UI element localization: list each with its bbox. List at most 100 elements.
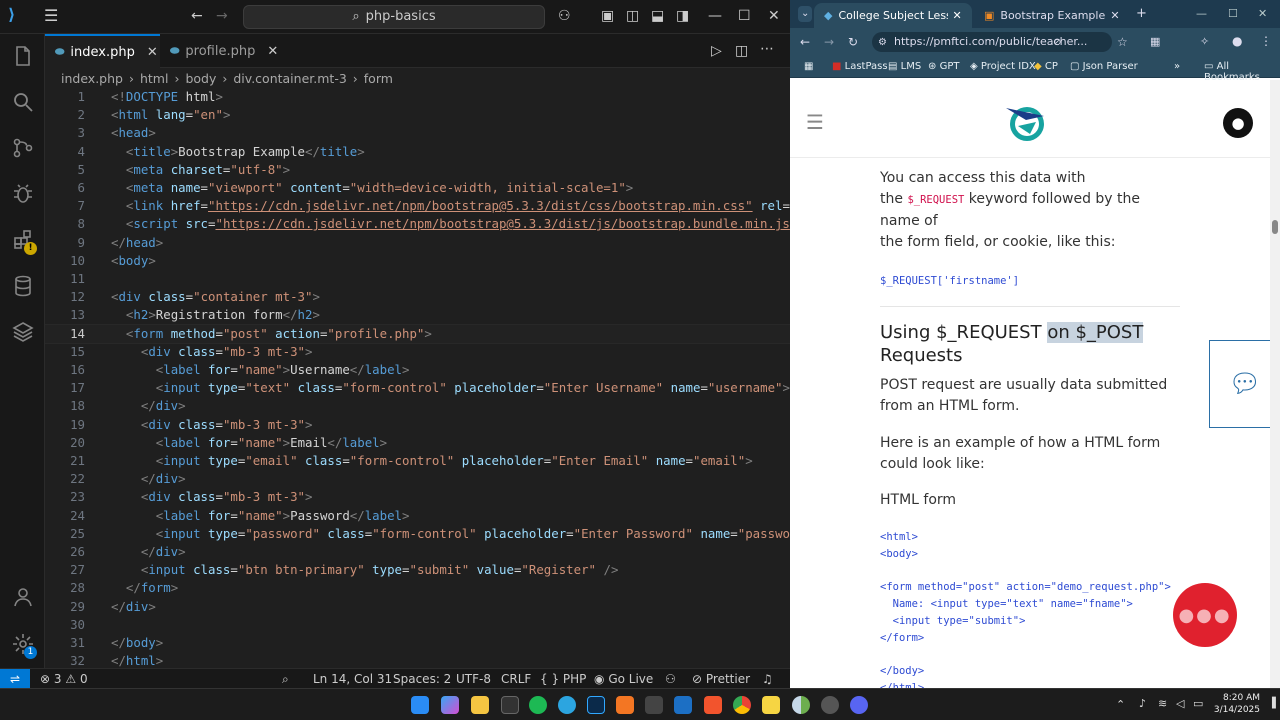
run-debug-icon[interactable] xyxy=(0,174,45,214)
bookmark-lms[interactable]: ▤ LMS xyxy=(888,61,921,72)
code-line[interactable]: 7 <link href="https://cdn.jsdelivr.net/n… xyxy=(45,197,790,215)
close-window-icon[interactable]: ✕ xyxy=(768,9,780,23)
close-window-icon[interactable]: ✕ xyxy=(1258,7,1267,21)
copilot-app-icon[interactable] xyxy=(441,696,459,714)
code-line[interactable]: 11 xyxy=(45,270,790,288)
sticky-notes-icon[interactable] xyxy=(762,696,780,714)
browser-menu-icon[interactable]: ⋮ xyxy=(1260,34,1272,48)
code-line[interactable]: 26 </div> xyxy=(45,543,790,561)
code-line[interactable]: 8 <script src="https://cdn.jsdelivr.net/… xyxy=(45,215,790,233)
code-line[interactable]: 31 </body> xyxy=(45,634,790,652)
minimize-icon[interactable]: — xyxy=(1196,7,1207,21)
chat-launcher-button[interactable]: ●●● xyxy=(1173,583,1237,647)
hamburger-menu-icon[interactable]: ☰ xyxy=(806,110,824,134)
tab-index-php[interactable]: ⬬ index.php ✕ xyxy=(45,34,160,68)
tab-search-icon[interactable]: ⌄ xyxy=(798,6,813,22)
windows-start-icon[interactable] xyxy=(411,696,429,714)
account-icon[interactable] xyxy=(0,577,45,617)
code-line[interactable]: 9 </head> xyxy=(45,234,790,252)
maximize-icon[interactable]: ☐ xyxy=(738,9,751,23)
code-line[interactable]: 28 </form> xyxy=(45,579,790,597)
bookmark-star-icon[interactable]: ☆ xyxy=(1117,35,1128,49)
source-control-icon[interactable] xyxy=(0,128,45,168)
code-editor[interactable]: 1 <!DOCTYPE html> 2 <html lang="en"> 3 <head>… xyxy=(45,88,790,668)
discord-icon[interactable] xyxy=(850,696,868,714)
close-tab-icon[interactable]: ✕ xyxy=(147,45,158,60)
code-line[interactable]: 30 xyxy=(45,616,790,634)
more-actions-icon[interactable]: ⋯ xyxy=(760,42,774,56)
extensions-puzzle-icon[interactable]: ✧ xyxy=(1200,35,1209,49)
zoom-icon[interactable]: ⌕ xyxy=(282,672,289,687)
remote-icon[interactable]: ⇌ xyxy=(0,669,30,689)
battery-icon[interactable]: ▭ xyxy=(1193,697,1203,710)
menu-icon[interactable]: ☰ xyxy=(44,8,58,24)
reload-icon[interactable]: ↻ xyxy=(848,35,858,49)
forward-arrow-icon[interactable]: → xyxy=(824,35,834,49)
speaker-icon[interactable]: ◁ xyxy=(1176,697,1184,710)
code-line[interactable]: 5 <meta charset="utf-8"> xyxy=(45,161,790,179)
code-line[interactable]: 20 <label for="name">Email</label> xyxy=(45,434,790,452)
chrome-icon[interactable] xyxy=(733,696,751,714)
clock[interactable]: 8:20 AM 3/14/2025 xyxy=(1210,692,1260,716)
wifi-icon[interactable]: ≋ xyxy=(1158,697,1167,710)
command-center[interactable]: ⌕ php-basics xyxy=(243,5,545,29)
code-line[interactable]: 1 <!DOCTYPE html> xyxy=(45,88,790,106)
problems-status[interactable]: ⊗ 3 ⚠ 0 xyxy=(40,672,88,686)
chevron-right-icon[interactable]: » xyxy=(1174,61,1180,72)
code-line[interactable]: 10 <body> xyxy=(45,252,790,270)
close-tab-icon[interactable]: ✕ xyxy=(267,44,278,59)
breadcrumb-item[interactable]: body xyxy=(185,71,216,86)
minimize-icon[interactable]: — xyxy=(708,9,722,23)
code-line[interactable]: 19 <div class="mb-3 mt-3"> xyxy=(45,416,790,434)
xampp-icon[interactable] xyxy=(616,696,634,714)
copilot-icon[interactable]: ⚇ xyxy=(558,9,571,23)
forward-arrow-icon[interactable]: → xyxy=(216,9,228,23)
microphone-icon[interactable]: ♪ xyxy=(1139,697,1146,710)
code-line[interactable]: 21 <input type="email" class="form-contr… xyxy=(45,452,790,470)
search-icon[interactable] xyxy=(0,82,45,122)
scrollbar-thumb[interactable] xyxy=(1272,220,1278,234)
encoding[interactable]: UTF-8 xyxy=(456,672,491,686)
code-line[interactable]: 12 <div class="container mt-3"> xyxy=(45,288,790,306)
back-arrow-icon[interactable]: ← xyxy=(191,9,203,23)
new-tab-icon[interactable]: + xyxy=(1136,7,1147,21)
split-editor-icon[interactable]: ◫ xyxy=(735,44,748,58)
vscode-app-icon[interactable] xyxy=(674,696,692,714)
code-line[interactable]: 6 <meta name="viewport" content="width=d… xyxy=(45,179,790,197)
bookmark-lastpass[interactable]: ■ LastPass xyxy=(832,61,888,72)
url-input[interactable]: https://pmftci.com/public/teacher... xyxy=(872,32,1112,52)
database-icon[interactable] xyxy=(0,266,45,306)
prettier-button[interactable]: ⊘ Prettier xyxy=(692,672,750,686)
toggle-sidebar-icon[interactable]: ◫ xyxy=(626,9,639,23)
extension-icon[interactable]: ▦ xyxy=(1150,35,1160,49)
tab-profile-php[interactable]: ⬬ profile.php ✕ xyxy=(160,34,280,68)
browser-tab-active[interactable]: ◆ College Subject Lesson - Teach ✕ xyxy=(814,3,972,28)
bookmark-cp[interactable]: ◆ CP xyxy=(1034,61,1058,72)
indentation[interactable]: Spaces: 2 xyxy=(393,672,451,686)
code-line[interactable]: 16 <label for="name">Username</label> xyxy=(45,361,790,379)
browser-tab-inactive[interactable]: ▣ Bootstrap Example ✕ xyxy=(974,3,1124,28)
close-tab-icon[interactable]: ✕ xyxy=(952,9,961,22)
bookmark-project-idx[interactable]: ◈ Project IDX xyxy=(970,61,1036,72)
code-line[interactable]: 25 <input type="password" class="form-co… xyxy=(45,525,790,543)
go-live-button[interactable]: ◉ Go Live xyxy=(594,672,653,686)
user-avatar[interactable]: ● xyxy=(1223,108,1253,138)
settings-app-icon[interactable] xyxy=(821,696,839,714)
breadcrumb-item[interactable]: html xyxy=(140,71,168,86)
breadcrumb-item[interactable]: div.container.mt-3 xyxy=(233,71,346,86)
explorer-icon[interactable] xyxy=(0,36,45,76)
code-line[interactable]: 13 <h2>Registration form</h2> xyxy=(45,306,790,324)
code-line[interactable]: 3 <head> xyxy=(45,124,790,142)
run-icon[interactable]: ▷ xyxy=(711,44,722,58)
chevron-up-icon[interactable]: ⌃ xyxy=(1116,698,1125,711)
back-arrow-icon[interactable]: ← xyxy=(800,35,810,49)
code-line[interactable]: 15 <div class="mb-3 mt-3"> xyxy=(45,343,790,361)
apps-icon[interactable]: ▦ xyxy=(804,61,813,72)
site-info-icon[interactable]: ⚙ xyxy=(878,36,887,50)
code-line[interactable]: 32 </html> xyxy=(45,652,790,668)
close-tab-icon[interactable]: ✕ xyxy=(1110,9,1119,22)
brave-icon[interactable] xyxy=(704,696,722,714)
breadcrumb-item[interactable]: form xyxy=(364,71,393,86)
spotify-icon[interactable] xyxy=(529,696,547,714)
telegram-icon[interactable] xyxy=(558,696,576,714)
